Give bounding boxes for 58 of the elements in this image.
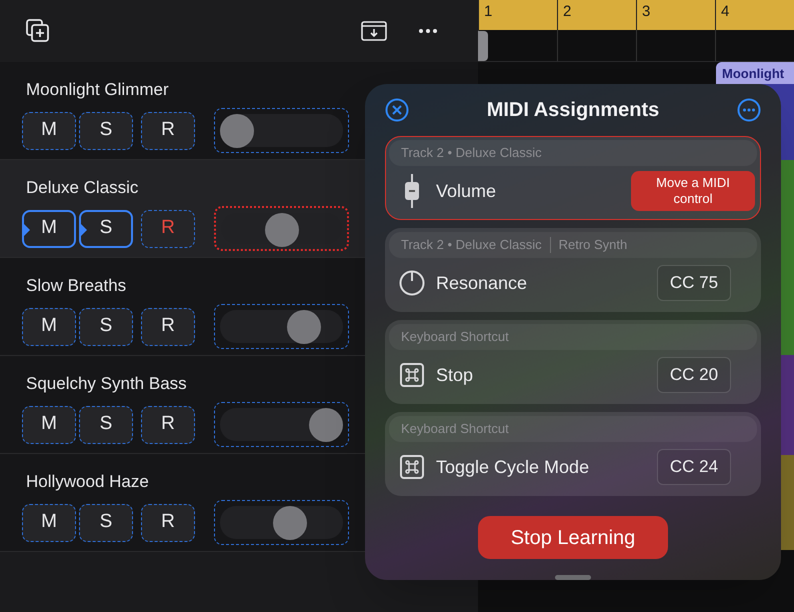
volume-slider[interactable]	[214, 500, 349, 545]
track-name: Moonlight Glimmer	[25, 79, 169, 101]
command-key-icon	[400, 455, 424, 479]
region-name: Moonlight	[722, 66, 784, 81]
track-name: Hollywood Haze	[25, 471, 149, 493]
assignment-card[interactable]: Track 2 • Deluxe Classic Retro Synth Resonance CC 75	[385, 228, 761, 312]
bar-number: 2	[563, 3, 572, 20]
mute-button[interactable]: M	[22, 112, 76, 150]
solo-button[interactable]: S	[79, 406, 133, 444]
mute-button[interactable]: M	[22, 504, 76, 542]
more-icon[interactable]	[418, 28, 438, 34]
assignment-card[interactable]: Keyboard Shortcut Toggle Cycle Mode CC 24	[385, 412, 761, 496]
slider-thumb[interactable]	[264, 213, 298, 247]
record-button[interactable]: R	[141, 308, 195, 346]
volume-slider[interactable]	[214, 206, 349, 251]
add-track-icon[interactable]	[26, 19, 50, 43]
playhead-handle[interactable]	[478, 31, 488, 61]
learn-prompt-button[interactable]: Move a MIDI control	[631, 171, 755, 211]
mute-button[interactable]: M	[22, 308, 76, 346]
volume-slider[interactable]	[214, 304, 349, 349]
volume-slider[interactable]	[214, 402, 349, 447]
knob-icon	[399, 270, 425, 296]
slider-thumb[interactable]	[309, 408, 343, 442]
solo-button[interactable]: S	[79, 308, 133, 346]
record-button[interactable]: R	[141, 406, 195, 444]
command-key-icon	[400, 363, 424, 387]
solo-button[interactable]: S	[79, 112, 133, 150]
assignment-card[interactable]: Track 2 • Deluxe Classic Volume Move a MIDI control	[385, 136, 761, 220]
bar-number: 4	[721, 3, 730, 20]
bar-number: 1	[484, 3, 492, 20]
track-name: Squelchy Synth Bass	[25, 373, 187, 395]
track-name: Deluxe Classic	[25, 177, 138, 199]
bar-number: 3	[642, 3, 650, 20]
close-icon[interactable]	[385, 98, 409, 122]
slider-thumb[interactable]	[286, 310, 321, 344]
solo-button[interactable]: S	[79, 504, 133, 542]
download-tray-icon[interactable]	[361, 21, 387, 41]
stop-learning-button[interactable]: Stop Learning	[478, 516, 668, 559]
track-name: Slow Breaths	[25, 275, 126, 297]
cc-value: CC 75	[657, 265, 731, 301]
slider-thumb[interactable]	[220, 114, 254, 148]
record-button[interactable]: R	[141, 504, 195, 542]
cc-value: CC 20	[657, 357, 731, 393]
mute-button[interactable]: M	[22, 210, 76, 248]
assignment-card[interactable]: Keyboard Shortcut Stop CC 20	[385, 320, 761, 404]
record-button[interactable]: R	[141, 210, 195, 248]
solo-button[interactable]: S	[79, 210, 133, 248]
popover-title: MIDI Assignments	[486, 98, 660, 123]
grabber-handle[interactable]	[555, 575, 591, 580]
mute-button[interactable]: M	[22, 406, 76, 444]
ruler[interactable]: 1 2 3 4	[478, 0, 794, 30]
assignment-name: Stop	[436, 364, 474, 387]
assignment-source: Retro Synth	[558, 236, 628, 254]
volume-slider[interactable]	[214, 108, 349, 153]
fader-icon	[404, 174, 420, 208]
slider-thumb[interactable]	[273, 506, 308, 540]
cc-value: CC 24	[657, 449, 731, 485]
record-button[interactable]: R	[141, 112, 195, 150]
